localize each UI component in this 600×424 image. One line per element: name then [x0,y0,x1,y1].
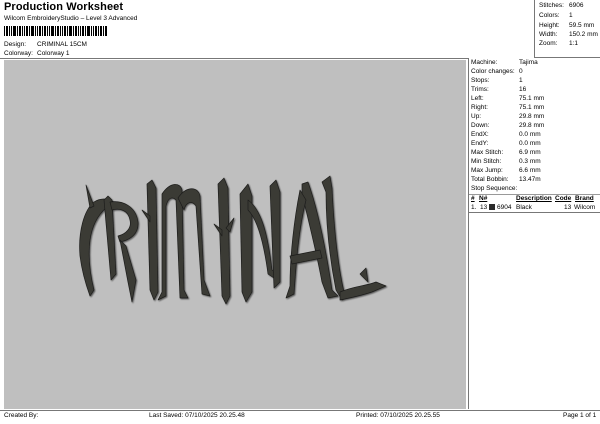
summary-stats-box: Stitches: 6906 Colors: 1 Height: 59.5 mm… [534,0,600,58]
stop-row-code: 13 [564,204,572,211]
stop-row-index: 1. [471,204,477,211]
info-label: Total Bobbin: [471,176,509,183]
info-row-color-changes: Color changes: 0 [471,68,599,78]
info-value: 29.8 mm [519,113,545,120]
footer-printed: Printed: 07/10/2025 20.25.55 [356,412,440,419]
design-preview [4,60,466,409]
info-value: 0.0 mm [519,131,541,138]
info-label: Down: [471,122,490,129]
page-title: Production Worksheet [4,1,124,13]
stop-row-stitches: 6904 [497,204,512,211]
stat-value: 59.5 mm [569,22,595,29]
stat-label: Stitches: [539,2,564,9]
stat-label: Height: [539,22,560,29]
stat-zoom: Zoom: 1:1 [539,40,600,50]
info-value: 0.3 mm [519,158,541,165]
stop-row-needle: 13 [480,204,488,211]
criminal-embroidery-artwork [79,175,387,305]
info-label: Stops: [471,77,490,84]
info-label: Left: [471,95,484,102]
stat-label: Width: [539,31,558,38]
software-subtitle: Wilcom EmbroideryStudio – Level 3 Advanc… [4,15,138,22]
info-value: 16 [519,86,527,93]
info-value: 0.0 mm [519,140,541,147]
info-label: EndY: [471,140,489,147]
footer-divider [0,410,600,411]
stop-row-description: Black [516,204,532,211]
stat-value: 150.2 mm [569,31,598,38]
design-label: Design: [4,41,27,48]
machine-info-panel: Machine: Tajima Color changes: 0 Stops: … [468,58,600,409]
thread-color-swatch [489,204,495,210]
stat-value: 1:1 [569,40,579,47]
info-label: Up: [471,113,482,120]
info-label: Right: [471,104,488,111]
footer-created-by: Created By: [4,412,39,419]
stop-col-header: # [471,195,475,202]
info-value: 29.8 mm [519,122,545,129]
stop-col-header: Brand [575,195,594,202]
stop-sequence-end-line [469,212,600,213]
stop-col-header: N# [479,195,488,202]
colorway-name: Colorway 1 [37,50,70,57]
info-row-stops: Stops: 1 [471,77,599,87]
barcode-image [4,26,107,36]
footer-page-number: Page 1 of 1 [563,412,597,419]
info-label: Color changes: [471,68,515,75]
info-value: 6.9 mm [519,149,541,156]
footer-last-saved: Last Saved: 07/10/2025 20.25.48 [149,412,245,419]
production-worksheet: Production Worksheet Wilcom EmbroiderySt… [0,0,600,424]
stat-stitches: Stitches: 6906 [539,2,600,12]
info-value: 75.1 mm [519,95,545,102]
stat-colors: Colors: 1 [539,12,600,22]
stat-label: Colors: [539,12,560,19]
info-value: 1 [519,77,523,84]
info-value: 6.6 mm [519,167,541,174]
info-label: Min Stitch: [471,158,502,165]
stop-row-brand: Wilcom [574,204,596,211]
stop-sequence-title: Stop Sequence: [471,185,518,192]
colorway-label: Colorway: [4,50,33,57]
stat-value: 6906 [569,2,584,9]
info-value: 13.47m [519,176,541,183]
stop-col-header: Description [516,195,552,202]
info-value: Tajima [519,59,538,66]
info-value: 0 [519,68,523,75]
info-label: Max Jump: [471,167,503,174]
stat-value: 1 [569,12,573,19]
stop-col-header: Code [555,195,572,202]
design-name: CRIMINAL 15CM [37,41,87,48]
header-divider [0,58,468,59]
info-value: 75.1 mm [519,104,545,111]
info-label: EndX: [471,131,489,138]
info-label: Trims: [471,86,489,93]
stat-label: Zoom: [539,40,558,47]
info-label: Machine: [471,59,498,66]
info-label: Max Stitch: [471,149,504,156]
